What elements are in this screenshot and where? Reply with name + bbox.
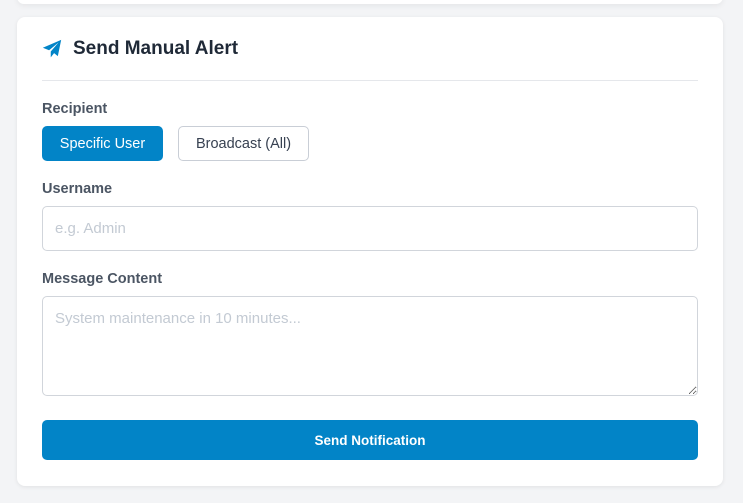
send-notification-button[interactable]: Send Notification	[42, 420, 698, 460]
username-label: Username	[42, 181, 113, 197]
card-header: Send Manual Alert	[42, 17, 698, 81]
paper-plane-icon	[42, 39, 62, 59]
specific-user-button[interactable]: Specific User	[42, 126, 163, 161]
card-title: Send Manual Alert	[73, 37, 239, 59]
message-content-textarea[interactable]	[42, 296, 698, 396]
broadcast-all-button[interactable]: Broadcast (All)	[178, 126, 309, 161]
username-input[interactable]	[42, 206, 698, 251]
recipient-label: Recipient	[42, 101, 108, 117]
send-alert-card: Send Manual Alert Recipient Specific Use…	[17, 17, 723, 486]
previous-card-edge	[17, 0, 723, 4]
message-content-label: Message Content	[42, 271, 163, 287]
